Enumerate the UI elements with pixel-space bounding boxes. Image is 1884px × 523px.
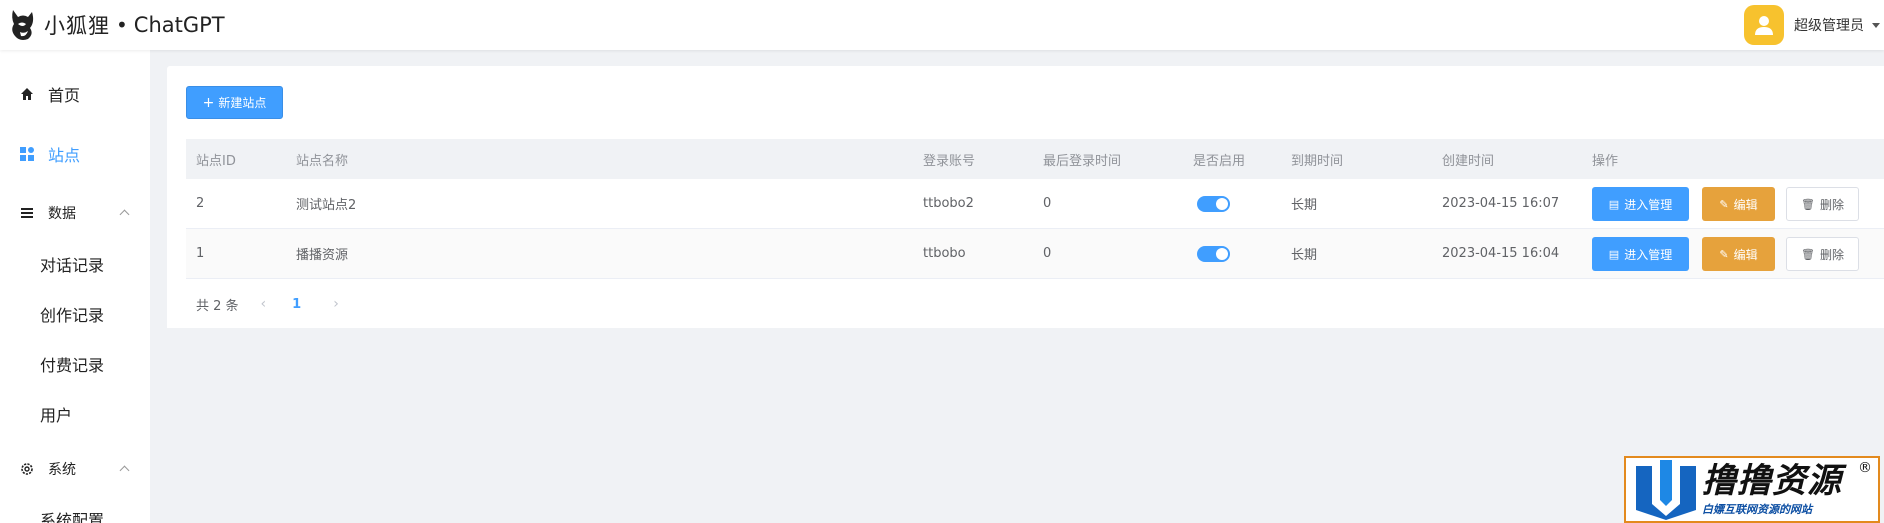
delete-label: 删除 bbox=[1819, 197, 1844, 212]
sidebar: 首页 站点 数据 对话记录 创作记录 付费记录 用户 系统 系统配置 bbox=[0, 50, 150, 523]
column-header: 创建时间 bbox=[1442, 153, 1495, 169]
column-header: 操作 bbox=[1592, 153, 1619, 169]
brand-product: ChatGPT bbox=[133, 13, 225, 37]
sidebar-item-label: 系统 bbox=[48, 462, 76, 478]
edit-button[interactable]: ✎ 编辑 bbox=[1702, 237, 1775, 271]
new-site-button[interactable]: + 新建站点 bbox=[186, 86, 283, 119]
watermark-text: 撸撸资源 白嫖互联网资源的网站 bbox=[1702, 463, 1842, 517]
fox-logo-icon bbox=[12, 10, 34, 40]
sidebar-item-label: 创作记录 bbox=[40, 306, 105, 325]
user-icon bbox=[1755, 16, 1773, 35]
site-name: 测试站点2 bbox=[296, 198, 357, 213]
home-icon bbox=[19, 86, 35, 102]
grid-icon bbox=[19, 146, 35, 162]
sidebar-item-label: 用户 bbox=[40, 406, 73, 425]
enter-manage-label: 进入管理 bbox=[1624, 197, 1673, 212]
sidebar-item-users[interactable]: 用户 bbox=[0, 394, 150, 434]
document-icon: ▤ bbox=[1608, 247, 1620, 261]
brand-name: 小狐狸 bbox=[44, 14, 110, 38]
watermark-title: 撸撸资源 bbox=[1702, 460, 1842, 501]
enter-manage-button[interactable]: ▤ 进入管理 bbox=[1592, 237, 1689, 271]
sites-table: 站点ID 站点名称 登录账号 最后登录时间 是否启用 到期时间 创建时间 操作 … bbox=[186, 139, 1884, 279]
sidebar-item-data[interactable]: 数据 bbox=[0, 193, 150, 233]
login-account: ttbobo2 bbox=[923, 196, 974, 211]
sidebar-item-sites[interactable]: 站点 bbox=[0, 134, 150, 174]
edit-button[interactable]: ✎ 编辑 bbox=[1702, 187, 1775, 221]
site-id: 1 bbox=[196, 246, 205, 261]
site-id: 2 bbox=[196, 196, 205, 211]
last-login-time: 0 bbox=[1043, 246, 1052, 261]
trash-icon: 🗑 bbox=[1801, 197, 1815, 211]
top-header: 小狐狸 • ChatGPT 超级管理员 bbox=[0, 0, 1884, 50]
avatar[interactable] bbox=[1744, 5, 1784, 45]
sidebar-item-label: 系统配置 bbox=[40, 511, 105, 523]
enabled-cell bbox=[1193, 179, 1230, 228]
enabled-toggle[interactable] bbox=[1197, 195, 1230, 212]
enter-manage-label: 进入管理 bbox=[1624, 247, 1673, 262]
chevron-down-icon[interactable] bbox=[1872, 22, 1880, 28]
delete-button[interactable]: 🗑 删除 bbox=[1786, 237, 1859, 271]
plus-icon: + bbox=[202, 94, 215, 111]
created-time: 2023-04-15 16:07 bbox=[1442, 196, 1560, 211]
enter-manage-button[interactable]: ▤ 进入管理 bbox=[1592, 187, 1689, 221]
column-header: 站点名称 bbox=[296, 153, 349, 169]
login-account: ttbobo bbox=[923, 246, 966, 261]
watermark-subtitle: 白嫖互联网资源的网站 bbox=[1702, 502, 1812, 516]
created-time: 2023-04-15 16:04 bbox=[1442, 246, 1560, 261]
expire-time: 长期 bbox=[1291, 198, 1318, 213]
delete-label: 删除 bbox=[1819, 247, 1844, 262]
edit-label: 编辑 bbox=[1733, 247, 1758, 262]
registered-mark: ® bbox=[1858, 460, 1872, 476]
edit-icon: ✎ bbox=[1719, 197, 1729, 211]
pagination-total: 共 2 条 bbox=[196, 298, 239, 314]
delete-button[interactable]: 🗑 删除 bbox=[1786, 187, 1859, 221]
sidebar-item-label: 付费记录 bbox=[40, 356, 105, 375]
chevron-left-icon[interactable]: ‹ bbox=[261, 296, 267, 312]
enabled-toggle[interactable] bbox=[1197, 245, 1230, 262]
chevron-right-icon[interactable]: › bbox=[333, 296, 339, 312]
sidebar-item-label: 首页 bbox=[48, 86, 81, 105]
chevron-up-icon bbox=[119, 465, 130, 476]
gear-icon bbox=[19, 461, 35, 477]
expire-time: 长期 bbox=[1291, 248, 1318, 263]
enabled-cell bbox=[1193, 229, 1230, 278]
last-login-time: 0 bbox=[1043, 196, 1052, 211]
sidebar-item-system[interactable]: 系统 bbox=[0, 449, 150, 489]
column-header: 是否启用 bbox=[1193, 153, 1246, 169]
sidebar-item-system-config[interactable]: 系统配置 bbox=[0, 499, 150, 523]
table-row: 1 播播资源 ttbobo 0 长期 2023-04-15 16:04 ▤ 进入… bbox=[186, 229, 1884, 279]
brand-separator: • bbox=[116, 13, 128, 37]
column-header: 到期时间 bbox=[1291, 153, 1344, 169]
page-number[interactable]: 1 bbox=[292, 297, 301, 312]
chevron-up-icon bbox=[119, 209, 130, 220]
sidebar-item-creation-records[interactable]: 创作记录 bbox=[0, 294, 150, 334]
edit-label: 编辑 bbox=[1733, 197, 1758, 212]
site-name: 播播资源 bbox=[296, 248, 349, 263]
menu-icon bbox=[19, 205, 35, 221]
user-menu[interactable]: 超级管理员 bbox=[1744, 4, 1884, 46]
sidebar-item-chat-records[interactable]: 对话记录 bbox=[0, 244, 150, 284]
document-icon: ▤ bbox=[1608, 197, 1620, 211]
table-header: 站点ID 站点名称 登录账号 最后登录时间 是否启用 到期时间 创建时间 操作 bbox=[186, 139, 1884, 179]
sidebar-item-payment-records[interactable]: 付费记录 bbox=[0, 344, 150, 384]
watermark-logo-icon bbox=[1636, 459, 1696, 520]
pagination: 共 2 条 ‹ 1 › bbox=[196, 294, 339, 314]
user-name[interactable]: 超级管理员 bbox=[1794, 15, 1864, 35]
column-header: 登录账号 bbox=[923, 153, 976, 169]
trash-icon: 🗑 bbox=[1801, 247, 1815, 261]
sidebar-item-label: 数据 bbox=[48, 206, 76, 222]
app-logo[interactable]: 小狐狸 • ChatGPT bbox=[8, 8, 225, 42]
sidebar-item-label: 站点 bbox=[48, 146, 81, 165]
sidebar-item-home[interactable]: 首页 bbox=[0, 74, 150, 114]
new-site-label: 新建站点 bbox=[218, 96, 267, 110]
edit-icon: ✎ bbox=[1719, 247, 1729, 261]
column-header: 站点ID bbox=[196, 153, 236, 169]
table-row: 2 测试站点2 ttbobo2 0 长期 2023-04-15 16:07 ▤ … bbox=[186, 179, 1884, 229]
sidebar-item-label: 对话记录 bbox=[40, 256, 105, 275]
sites-card: + 新建站点 站点ID 站点名称 登录账号 最后登录时间 是否启用 到期时间 创… bbox=[167, 66, 1884, 328]
watermark-badge: 撸撸资源 白嫖互联网资源的网站 ® bbox=[1624, 456, 1880, 523]
column-header: 最后登录时间 bbox=[1043, 153, 1122, 169]
